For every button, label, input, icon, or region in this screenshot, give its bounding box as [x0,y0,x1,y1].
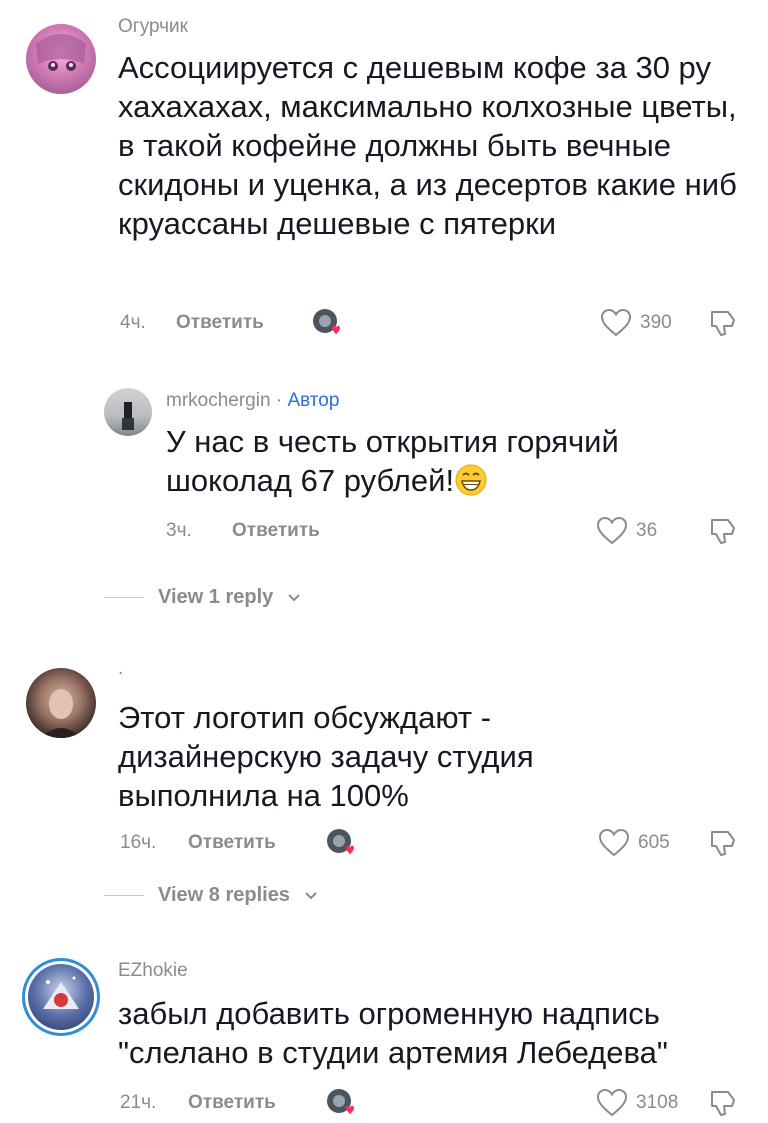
reply-button[interactable]: Ответить [188,832,276,854]
avatar[interactable] [22,958,100,1036]
dislike-button[interactable] [708,516,738,546]
comment-username[interactable]: Огурчик [118,16,188,38]
comment-time: 16ч. [120,832,157,853]
dislike-button[interactable] [708,1088,738,1118]
reply-username[interactable]: mrkochergin · Автор [166,390,339,412]
like-button[interactable]: 605 [598,828,670,858]
like-count: 3108 [636,1092,679,1113]
comment-text: забыл добавить огроменную надпись "слела… [118,996,668,1070]
reply-button[interactable]: Ответить [232,520,320,542]
username-text[interactable]: mrkochergin [166,390,271,411]
avatar[interactable] [26,24,96,94]
chevron-down-icon [305,891,317,899]
comment-time: 21ч. [120,1092,157,1113]
grinning-face-emoji [455,464,487,496]
like-button[interactable]: 36 [596,516,657,546]
reply-button[interactable]: Ответить [188,1092,276,1114]
avatar[interactable] [104,388,152,436]
like-button[interactable]: 3108 [596,1088,678,1118]
avatar[interactable] [26,668,96,738]
creator-liked-icon [312,308,342,338]
creator-liked-icon [326,828,356,858]
creator-liked-icon [326,1088,356,1118]
dislike-button[interactable] [708,828,738,858]
divider-line [104,895,144,896]
dislike-button[interactable] [708,308,738,338]
heart-outline-icon [600,308,632,337]
divider-line [104,597,144,598]
view-replies-label[interactable]: View 8 replies [158,884,290,907]
view-replies-button[interactable]: View 8 replies [104,884,318,907]
comment-time: 4ч. [120,312,146,333]
comment-text: Ассоциируется с дешевым кофе за 30 ру ха… [118,50,737,241]
thumbs-down-icon [711,311,735,336]
comment-username[interactable]: . [118,658,123,680]
thumbs-down-icon [711,831,735,856]
separator: · [270,390,288,411]
chevron-down-icon [288,593,300,601]
view-replies-label[interactable]: View 1 reply [158,586,273,609]
like-button[interactable]: 390 [600,308,672,338]
reply-text: У нас в честь открытия горячий шоколад 6… [166,422,726,500]
author-badge: Автор [287,390,340,411]
comment-text: Этот логотип обсуждают - дизайнерскую за… [118,700,534,813]
like-count: 36 [636,520,658,541]
comment-username[interactable]: EZhokie [118,960,188,982]
heart-outline-icon [596,516,628,545]
heart-outline-icon [598,828,630,857]
like-count: 605 [638,832,670,853]
thumbs-down-icon [711,1091,735,1116]
reply-button[interactable]: Ответить [176,312,264,334]
reply-time: 3ч. [166,520,192,541]
reply-text-content: У нас в честь открытия горячий шоколад 6… [166,424,619,498]
like-count: 390 [640,312,672,333]
thumbs-down-icon [711,519,735,544]
view-replies-button[interactable]: View 1 reply [104,586,301,609]
heart-outline-icon [596,1088,628,1117]
